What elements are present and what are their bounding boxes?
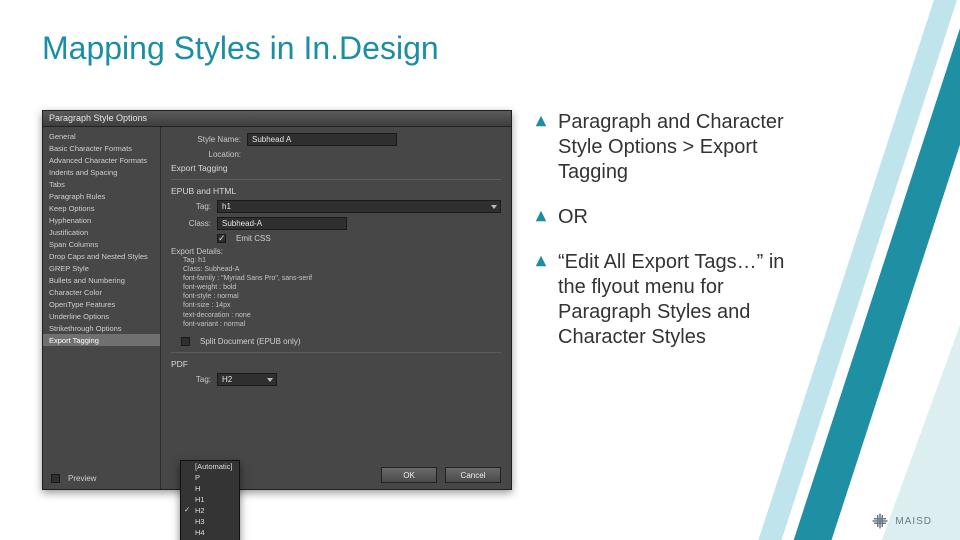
pdf-tag-label: Tag: <box>171 375 211 384</box>
bullet-text: OR <box>558 205 588 230</box>
sidebar-item[interactable]: Keep Options <box>43 202 160 214</box>
sidebar-item[interactable]: Advanced Character Formats <box>43 154 160 166</box>
epub-tag-select[interactable]: h1 <box>217 200 501 213</box>
epub-tag-label: Tag: <box>171 202 211 211</box>
sidebar-item[interactable]: General <box>43 130 160 142</box>
bullet-list: Paragraph and Character Style Options > … <box>534 110 794 490</box>
sidebar-item[interactable]: Basic Character Formats <box>43 142 160 154</box>
sidebar-item[interactable]: Hyphenation <box>43 214 160 226</box>
preview-label: Preview <box>68 474 96 483</box>
dropdown-option[interactable]: H3 <box>181 516 239 527</box>
paragraph-style-options-dialog: Paragraph Style Options GeneralBasic Cha… <box>42 110 512 490</box>
dialog-titlebar: Paragraph Style Options <box>43 111 511 127</box>
panel-title: Export Tagging <box>171 163 501 173</box>
sidebar-item[interactable]: Bullets and Numbering <box>43 274 160 286</box>
logo-mark-icon <box>871 512 889 530</box>
bullet-item: Paragraph and Character Style Options > … <box>534 110 794 185</box>
logo-text: MAISD <box>895 516 932 527</box>
style-name-field[interactable]: Subhead A <box>247 133 397 146</box>
location-label: Location: <box>171 150 241 159</box>
epub-class-label: Class: <box>171 219 211 228</box>
dialog-sidebar: GeneralBasic Character FormatsAdvanced C… <box>43 127 161 489</box>
detail-line: Tag: h1 <box>183 256 501 265</box>
sidebar-item[interactable]: Justification <box>43 226 160 238</box>
detail-line: font-style : normal <box>183 292 501 301</box>
sidebar-item[interactable]: Character Color <box>43 286 160 298</box>
dropdown-option[interactable]: [Automatic] <box>181 461 239 472</box>
split-document-label: Split Document (EPUB only) <box>200 337 300 346</box>
bullet-item: OR <box>534 205 794 230</box>
detail-line: font-variant : normal <box>183 320 501 329</box>
export-details-label: Export Details: <box>171 247 501 256</box>
dropdown-option[interactable]: H1 <box>181 494 239 505</box>
cancel-button[interactable]: Cancel <box>445 467 501 483</box>
bullet-text: “Edit All Export Tags…” in the flyout me… <box>558 250 794 350</box>
bullet-icon <box>534 209 548 223</box>
sidebar-item[interactable]: Tabs <box>43 178 160 190</box>
pdf-tag-dropdown[interactable]: [Automatic]PHH1H2H3H4H5H6Artifact <box>180 460 240 540</box>
style-name-label: Style Name: <box>171 135 241 144</box>
emit-css-label: Emit CSS <box>236 234 271 243</box>
preview-row: Preview <box>51 474 96 483</box>
dropdown-option[interactable]: P <box>181 472 239 483</box>
pdf-section-title: PDF <box>171 359 501 369</box>
dropdown-option[interactable]: H4 <box>181 527 239 538</box>
epub-section: EPUB and HTML Tag: h1 Class: Subhead-A E… <box>171 179 501 346</box>
detail-line: font-family : "Myriad Sans Pro", sans-se… <box>183 274 501 283</box>
dropdown-option[interactable]: H2 <box>181 505 239 516</box>
epub-section-title: EPUB and HTML <box>171 186 501 196</box>
pdf-section: PDF Tag: H2 <box>171 352 501 386</box>
bullet-item: “Edit All Export Tags…” in the flyout me… <box>534 250 794 350</box>
bullet-text: Paragraph and Character Style Options > … <box>558 110 794 185</box>
split-document-checkbox[interactable] <box>181 337 190 346</box>
detail-line: Class: Subhead-A <box>183 265 501 274</box>
detail-line: text-decoration : none <box>183 311 501 320</box>
pdf-tag-select[interactable]: H2 <box>217 373 277 386</box>
emit-css-checkbox[interactable] <box>217 234 226 243</box>
sidebar-item[interactable]: Strikethrough Options <box>43 322 160 334</box>
preview-checkbox[interactable] <box>51 474 60 483</box>
sidebar-item[interactable]: Paragraph Rules <box>43 190 160 202</box>
ok-button[interactable]: OK <box>381 467 437 483</box>
detail-line: font-size : 14px <box>183 301 501 310</box>
dialog-main-panel: Style Name: Subhead A Location: Export T… <box>161 127 511 489</box>
sidebar-item[interactable]: Indents and Spacing <box>43 166 160 178</box>
sidebar-item[interactable]: GREP Style <box>43 262 160 274</box>
sidebar-item[interactable]: Export Tagging <box>43 334 160 346</box>
bullet-icon <box>534 254 548 268</box>
bullet-icon <box>534 114 548 128</box>
sidebar-item[interactable]: Span Columns <box>43 238 160 250</box>
sidebar-item[interactable]: Underline Options <box>43 310 160 322</box>
slide-title: Mapping Styles in In.Design <box>42 30 439 67</box>
dropdown-option[interactable]: H <box>181 483 239 494</box>
detail-line: font-weight : bold <box>183 283 501 292</box>
export-details-text: Tag: h1Class: Subhead-Afont-family : "My… <box>183 256 501 329</box>
maisd-logo: MAISD <box>871 512 932 530</box>
epub-class-field[interactable]: Subhead-A <box>217 217 347 230</box>
sidebar-item[interactable]: OpenType Features <box>43 298 160 310</box>
sidebar-item[interactable]: Drop Caps and Nested Styles <box>43 250 160 262</box>
